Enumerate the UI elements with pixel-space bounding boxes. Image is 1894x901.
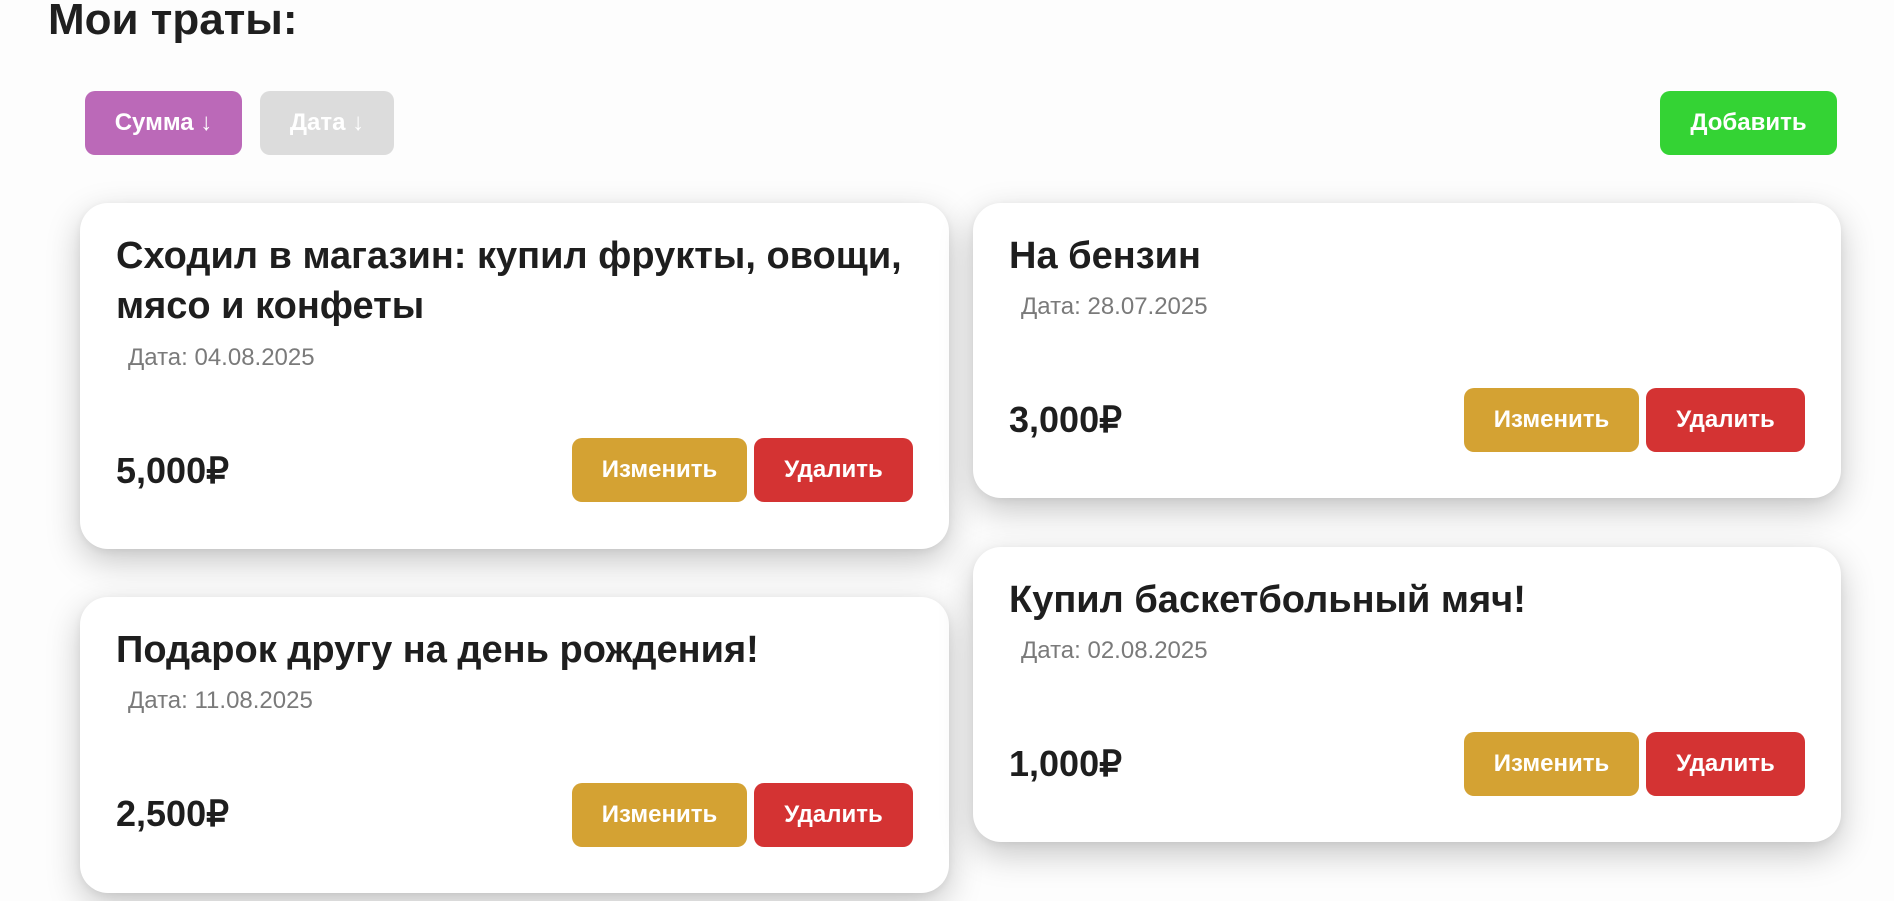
- expense-title: Купил баскетбольный мяч!: [1009, 579, 1526, 621]
- sort-by-amount-button[interactable]: Сумма ↓: [85, 91, 242, 155]
- expense-card: На бензин Дата: 28.07.2025 3,000₽ Измени…: [973, 203, 1841, 498]
- expense-date: Дата: 04.08.2025: [128, 344, 315, 371]
- edit-button[interactable]: Изменить: [572, 783, 747, 847]
- add-expense-button[interactable]: Добавить: [1660, 91, 1837, 155]
- expense-amount: 2,500₽: [116, 793, 229, 834]
- expense-card: Купил баскетбольный мяч! Дата: 02.08.202…: [973, 547, 1841, 842]
- delete-button[interactable]: Удалить: [1646, 732, 1805, 796]
- edit-button[interactable]: Изменить: [1464, 388, 1639, 452]
- expense-amount: 1,000₽: [1009, 743, 1122, 784]
- page-title: Мои траты:: [48, 0, 298, 44]
- expense-card: Сходил в магазин: купил фрукты, овощи, м…: [80, 203, 949, 549]
- delete-button[interactable]: Удалить: [1646, 388, 1805, 452]
- expense-date: Дата: 11.08.2025: [128, 687, 313, 714]
- edit-button[interactable]: Изменить: [572, 438, 747, 502]
- edit-button[interactable]: Изменить: [1464, 732, 1639, 796]
- delete-button[interactable]: Удалить: [754, 438, 913, 502]
- expense-amount: 5,000₽: [116, 450, 229, 491]
- expense-title: На бензин: [1009, 235, 1201, 277]
- expense-date: Дата: 28.07.2025: [1021, 293, 1208, 320]
- expense-title: Сходил в магазин: купил фрукты, овощи, м…: [116, 235, 902, 327]
- sort-by-date-button[interactable]: Дата ↓: [260, 91, 394, 155]
- delete-button[interactable]: Удалить: [754, 783, 913, 847]
- expense-title: Подарок другу на день рождения!: [116, 629, 759, 671]
- expense-date: Дата: 02.08.2025: [1021, 637, 1208, 664]
- expense-amount: 3,000₽: [1009, 399, 1122, 440]
- expense-card: Подарок другу на день рождения! Дата: 11…: [80, 597, 949, 893]
